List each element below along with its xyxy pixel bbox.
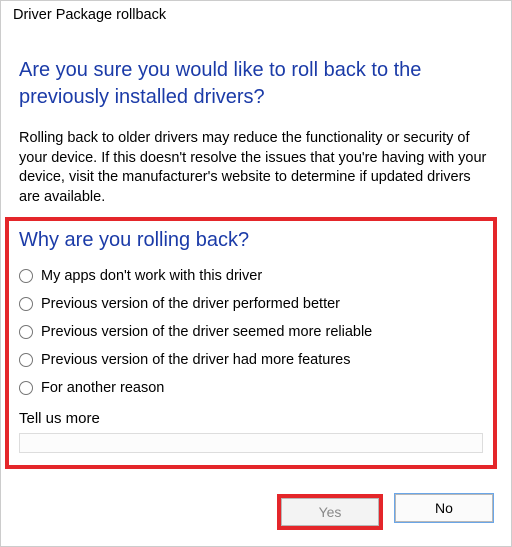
reason-label: Previous version of the driver had more … — [41, 352, 350, 368]
no-button[interactable]: No — [395, 494, 493, 522]
window-title: Driver Package rollback — [1, 1, 511, 25]
yes-button[interactable]: Yes — [281, 498, 379, 526]
reason-option-apps[interactable]: My apps don't work with this driver — [19, 268, 483, 284]
reason-radio[interactable] — [19, 297, 33, 311]
reason-section: Why are you rolling back? My apps don't … — [5, 217, 497, 469]
reason-option-more-reliable[interactable]: Previous version of the driver seemed mo… — [19, 324, 483, 340]
tellus-input[interactable] — [19, 433, 483, 453]
reason-heading: Why are you rolling back? — [19, 229, 483, 252]
tellus-label: Tell us more — [19, 410, 483, 427]
rollback-dialog: Driver Package rollback Are you sure you… — [0, 0, 512, 547]
reason-radio[interactable] — [19, 353, 33, 367]
yes-button-highlight: Yes — [277, 494, 383, 530]
warning-text: Rolling back to older drivers may reduce… — [19, 129, 493, 207]
yes-button-label: Yes — [319, 504, 342, 520]
confirm-heading: Are you sure you would like to roll back… — [19, 57, 493, 111]
reason-option-more-features[interactable]: Previous version of the driver had more … — [19, 352, 483, 368]
reason-label: Previous version of the driver seemed mo… — [41, 324, 372, 340]
reason-radio[interactable] — [19, 269, 33, 283]
reason-label: For another reason — [41, 380, 164, 396]
reason-option-performed-better[interactable]: Previous version of the driver performed… — [19, 296, 483, 312]
dialog-footer: Yes No — [1, 474, 511, 546]
dialog-content: Are you sure you would like to roll back… — [1, 25, 511, 474]
reason-label: Previous version of the driver performed… — [41, 296, 340, 312]
reason-options: My apps don't work with this driver Prev… — [19, 268, 483, 396]
reason-label: My apps don't work with this driver — [41, 268, 262, 284]
no-button-label: No — [435, 500, 453, 516]
reason-radio[interactable] — [19, 381, 33, 395]
reason-option-other[interactable]: For another reason — [19, 380, 483, 396]
reason-radio[interactable] — [19, 325, 33, 339]
